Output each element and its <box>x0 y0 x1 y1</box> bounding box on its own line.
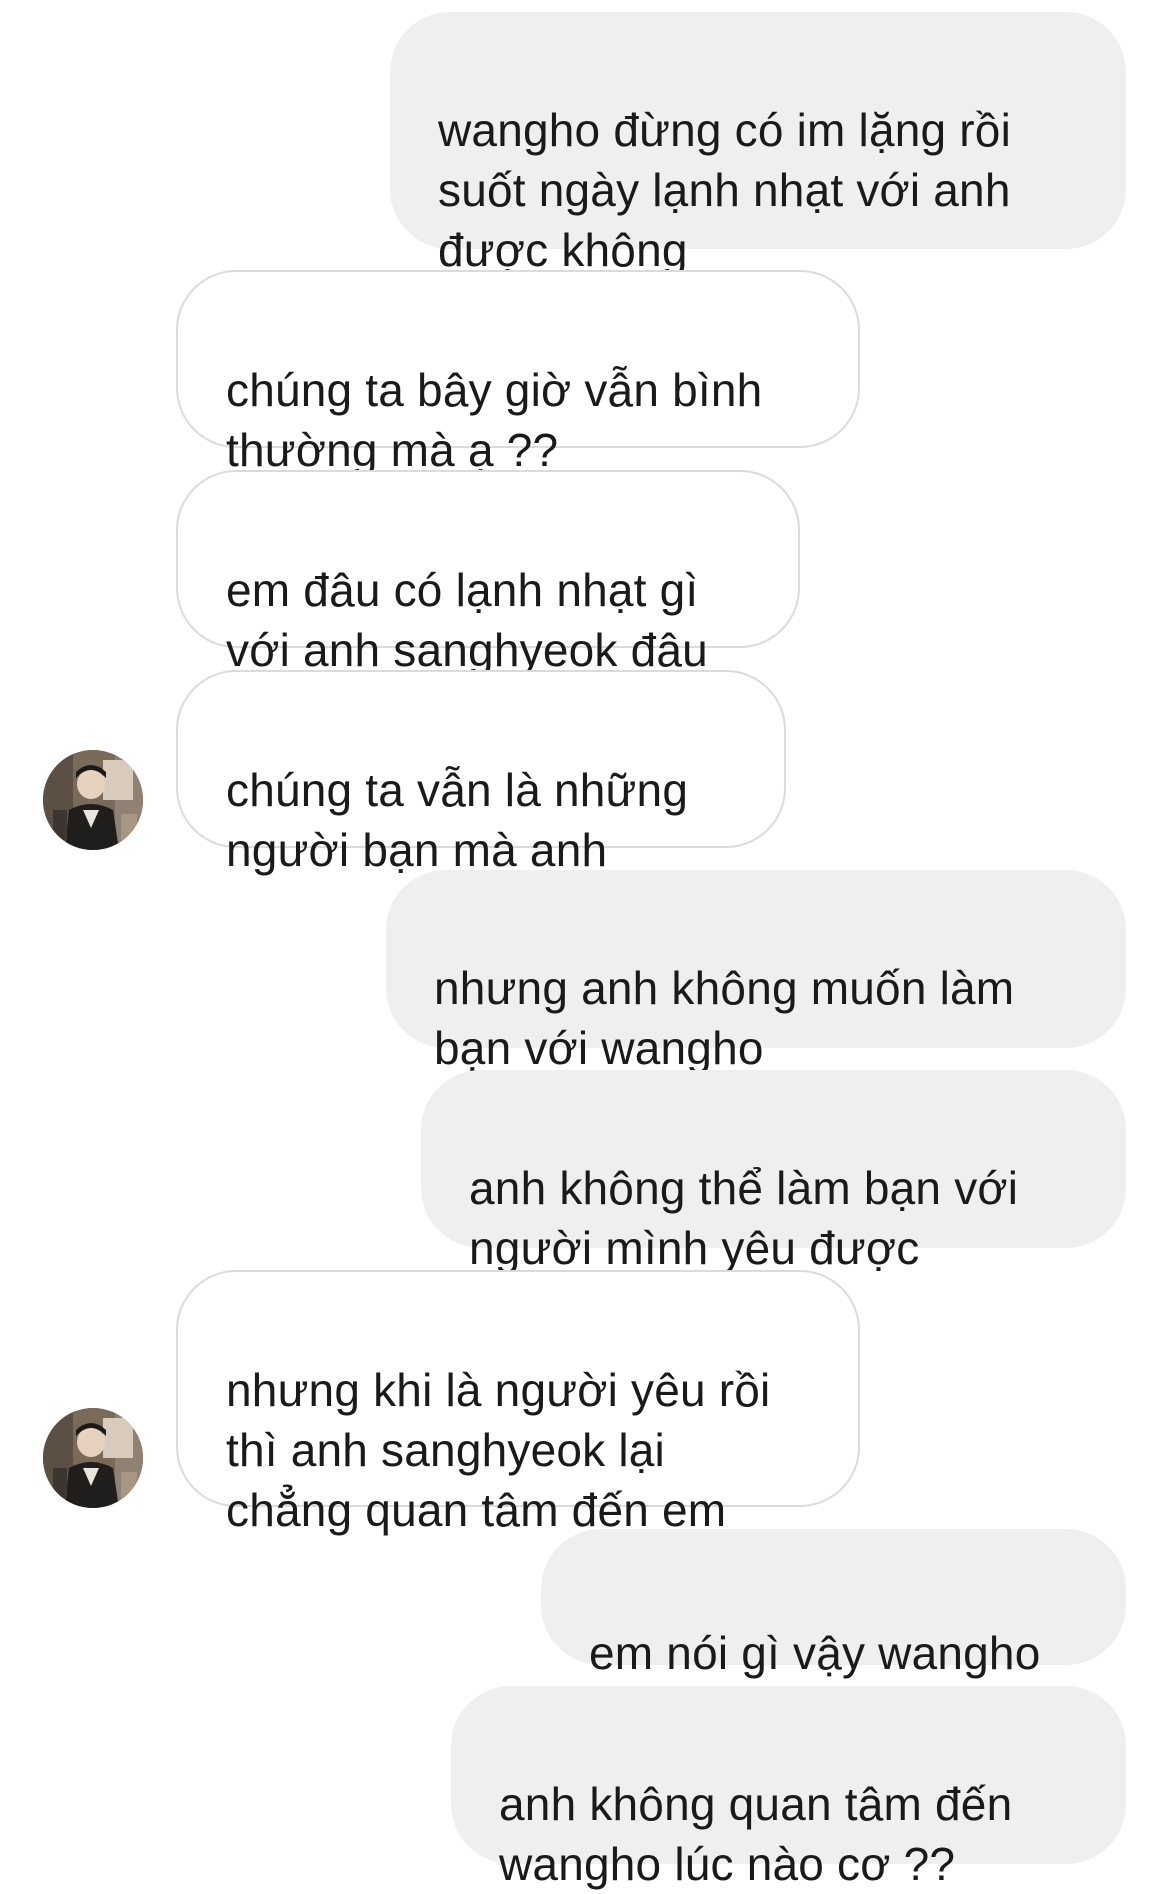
message-bubble-received[interactable]: em đâu có lạnh nhạt gì với anh sanghyeok… <box>176 470 800 676</box>
message-bubble-sent[interactable]: nhưng anh không muốn làm bạn với wangho <box>386 870 1126 1074</box>
message-thread[interactable]: wangho đừng có im lặng rồi suốt ngày lạn… <box>0 0 1170 1890</box>
message-bubble-sent[interactable]: em nói gì vậy wangho <box>541 1529 1126 1679</box>
message-bubble-received[interactable]: nhưng khi là người yêu rồi thì anh sangh… <box>176 1270 860 1536</box>
message-text: anh không quan tâm đến wangho lúc nào cơ… <box>499 1778 1013 1890</box>
profile-photo-icon <box>43 1408 143 1508</box>
message-text: chúng ta vẫn là những người bạn mà anh <box>226 764 689 876</box>
message-bubble-received[interactable]: chúng ta vẫn là những người bạn mà anh <box>176 670 786 876</box>
message-bubble-sent[interactable]: anh không thể làm bạn với người mình yêu… <box>421 1070 1126 1274</box>
profile-photo-icon <box>43 750 143 850</box>
sender-avatar-icon[interactable] <box>43 1408 143 1508</box>
message-text: nhưng anh không muốn làm bạn với wangho <box>434 962 1015 1074</box>
message-text: em đâu có lạnh nhạt gì với anh sanghyeok… <box>226 564 708 676</box>
message-text: nhưng khi là người yêu rồi thì anh sangh… <box>226 1364 771 1536</box>
message-text: anh không thể làm bạn với người mình yêu… <box>469 1162 1019 1274</box>
message-text: chúng ta bây giờ vẫn bình thường mà ạ ?? <box>226 364 763 476</box>
message-text: em nói gì vậy wangho <box>589 1627 1041 1679</box>
message-bubble-received[interactable]: chúng ta bây giờ vẫn bình thường mà ạ ?? <box>176 270 860 476</box>
sender-avatar-icon[interactable] <box>43 750 143 850</box>
message-bubble-sent[interactable]: anh không quan tâm đến wangho lúc nào cơ… <box>451 1686 1126 1890</box>
message-text: wangho đừng có im lặng rồi suốt ngày lạn… <box>438 104 1011 276</box>
message-bubble-sent[interactable]: wangho đừng có im lặng rồi suốt ngày lạn… <box>390 12 1126 276</box>
